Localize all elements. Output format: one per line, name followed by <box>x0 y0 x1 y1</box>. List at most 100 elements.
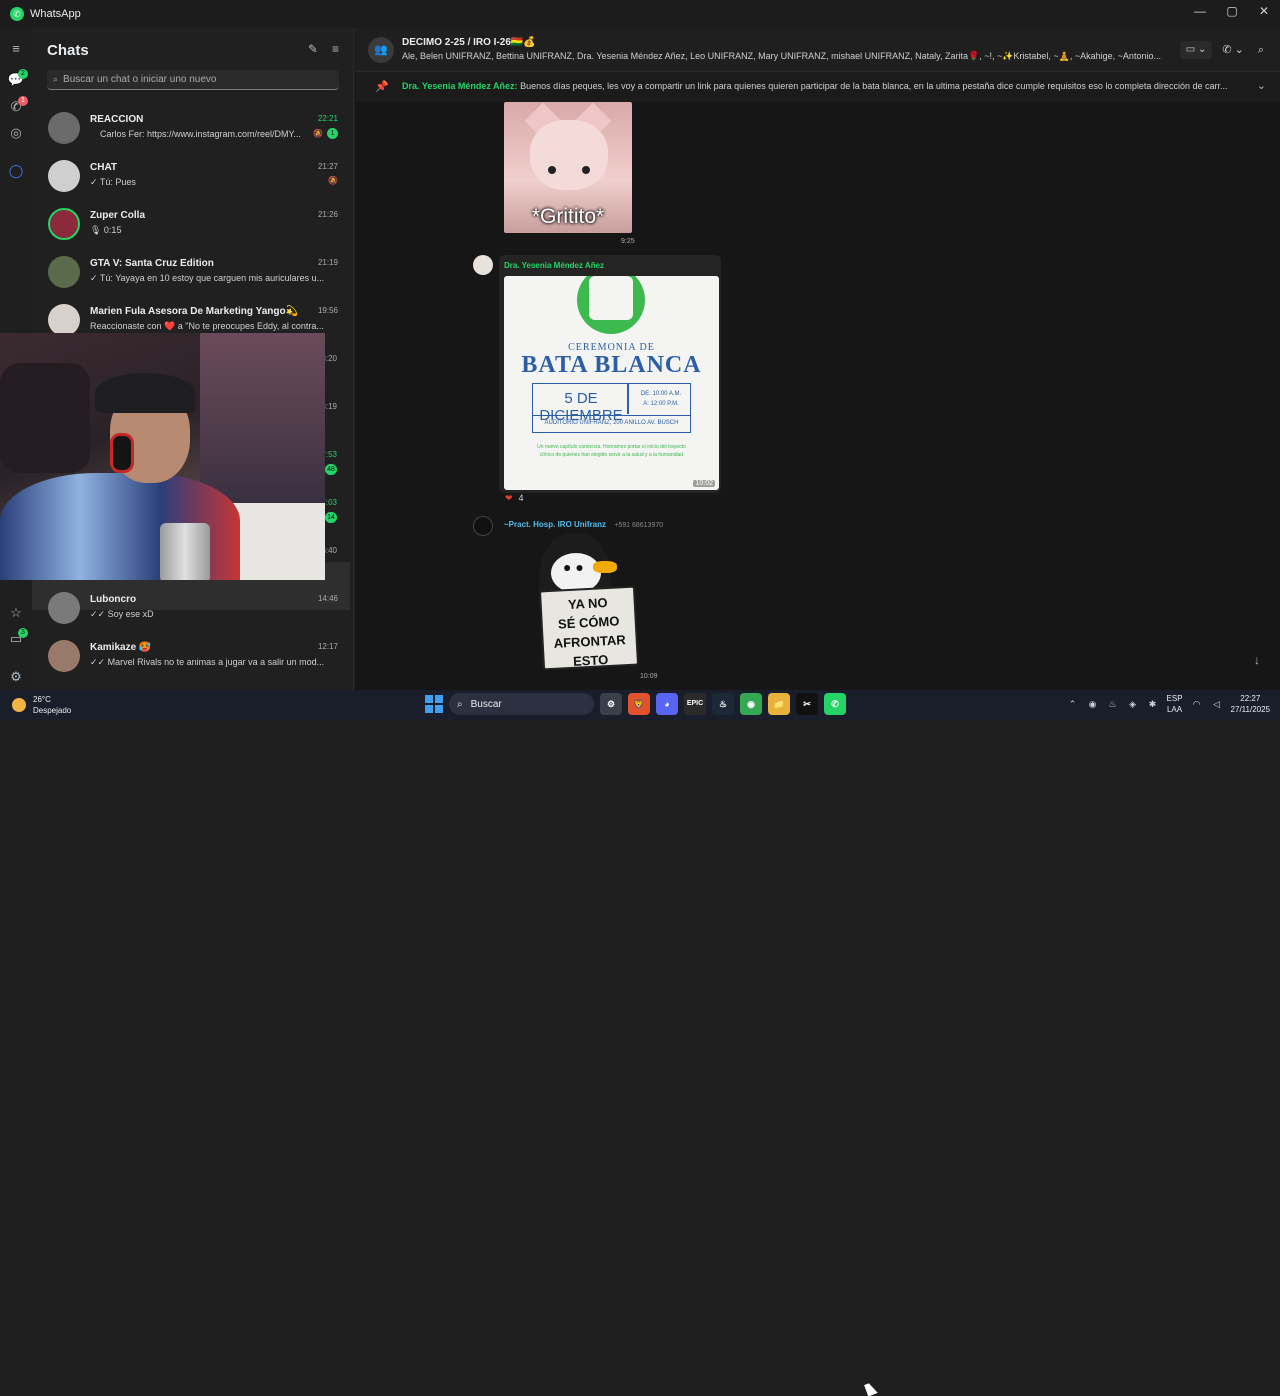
webcam-cup <box>160 523 210 580</box>
avatar <box>48 592 80 624</box>
weather-widget[interactable]: 26°C Despejado <box>12 694 71 716</box>
avatar <box>48 208 80 240</box>
temperature: 26°C <box>33 695 51 704</box>
list-item[interactable]: Zuper Colla 21:26 🎙 0:15 <box>32 202 354 250</box>
chevron-down-icon[interactable]: ⌄ <box>1257 79 1266 92</box>
chat-time: 21:19 <box>317 258 338 267</box>
chat-preview: ✓✓ Soy ese xD <box>90 609 154 619</box>
poster-line2: BATA BLANCA <box>521 352 702 378</box>
minimize-button[interactable]: — <box>1184 0 1216 28</box>
new-chat-icon[interactable]: ✎ <box>308 42 318 56</box>
search-placeholder: Buscar un chat o iniciar uno nuevo <box>63 74 217 85</box>
group-avatar-icon[interactable]: 👥 <box>368 37 394 63</box>
bluetooth-icon[interactable]: ✱ <box>1147 698 1159 710</box>
search-input[interactable]: ⌕ Buscar un chat o iniciar uno nuevo <box>47 70 339 90</box>
cat-eye <box>582 166 590 174</box>
webcam-overlay <box>0 333 325 580</box>
close-button[interactable]: ✕ <box>1248 0 1280 28</box>
video-call-button[interactable]: ▭ ⌄ <box>1179 41 1213 59</box>
taskbar-app-explorer-icon[interactable]: 📁 <box>768 693 790 715</box>
keyboard-layout: LAA <box>1166 705 1183 714</box>
list-item[interactable]: GTA V: Santa Cruz Edition 21:19 ✓ Tú: Ya… <box>32 250 354 298</box>
clock-time: 22:27 <box>1240 694 1261 703</box>
list-item[interactable]: Luboncro 14:46 ✓✓ Soy ese xD <box>32 586 354 634</box>
language-code: ESP <box>1166 694 1183 703</box>
taskbar-app-settings-icon[interactable]: ⚙ <box>600 693 622 715</box>
taskbar-app-discord-icon[interactable]: ◕ <box>656 693 678 715</box>
moon-icon <box>12 698 26 712</box>
avatar[interactable] <box>473 255 493 275</box>
volume-icon[interactable]: ◁ <box>1211 698 1223 710</box>
pin-icon: 📌 <box>375 81 389 93</box>
cat-eye <box>548 166 556 174</box>
chat-meta: 🔕 <box>328 176 338 185</box>
unread-badge: 1 <box>327 128 338 139</box>
filter-icon[interactable]: ≡ <box>332 42 339 56</box>
penguin-sign: YA NO SÉ CÓMO AFRONTAR ESTO <box>538 585 640 671</box>
taskbar-app-epic-icon[interactable]: EPIC <box>684 693 706 715</box>
pinned-message[interactable]: 📌 Dra. Yesenia Méndez Añez: Buenos días … <box>355 72 1280 102</box>
muted-icon: 🔕 <box>313 129 323 138</box>
chevron-up-icon[interactable]: ⌃ <box>1067 698 1079 710</box>
tray-app-icon[interactable]: ◉ <box>1087 698 1099 710</box>
webcam-chair <box>0 363 90 473</box>
starred-icon[interactable]: ☆ <box>7 604 25 622</box>
event-poster-image[interactable]: CEREMONIA DE BATA BLANCA 5 DE DICIEMBRE … <box>504 276 719 490</box>
unread-badge: 14 <box>325 512 337 523</box>
wifi-icon[interactable]: ◠ <box>1191 698 1203 710</box>
archived-badge: 3 <box>18 628 28 638</box>
list-item[interactable]: REACCION 22:21 Carlos Fer: https://www.i… <box>32 106 354 154</box>
maximize-button[interactable]: ▢ <box>1216 0 1248 28</box>
clock[interactable]: 22:27 27/11/2025 <box>1231 693 1270 715</box>
taskbar-app-brave-icon[interactable]: 🦁 <box>628 693 650 715</box>
chat-preview: 🎙 0:15 <box>90 225 122 235</box>
chat-preview: ✓✓ Marvel Rivals no te animas a jugar va… <box>90 657 325 667</box>
chats-title: Chats <box>47 42 89 59</box>
sticker-message-header: ~Pract. Hosp. IRO Unifranz +591 68613970 <box>504 520 663 529</box>
mouse-cursor-icon <box>864 1381 878 1396</box>
conversation-header[interactable]: 👥 DECIMO 2-25 / IRO I-26🇧🇴💰 Ale, Belen U… <box>355 28 1280 72</box>
voice-call-button[interactable]: ✆ ⌄ <box>1218 41 1248 59</box>
steam-tray-icon[interactable]: ♨ <box>1107 698 1119 710</box>
reaction-count: 4 <box>518 493 524 503</box>
chat-name: GTA V: Santa Cruz Edition <box>90 258 214 269</box>
weather-text: 26°C Despejado <box>33 694 71 716</box>
reaction-chip[interactable]: ❤ 4 <box>505 493 524 504</box>
tray-app-icon[interactable]: ◈ <box>1127 698 1139 710</box>
avatar <box>48 256 80 288</box>
menu-icon[interactable]: ≡ <box>7 40 25 58</box>
taskbar-search[interactable]: ⌕ Buscar <box>449 693 594 715</box>
search-messages-icon[interactable]: ⌕ <box>1254 41 1268 59</box>
sticker-caption: *Gritito* <box>531 205 605 228</box>
pinned-author: Dra. Yesenia Méndez Añez: <box>402 81 518 91</box>
status-icon[interactable]: ◎ <box>7 124 25 142</box>
message-time: 10:09 <box>640 673 658 680</box>
list-item[interactable]: CHAT 21:27 ✓ Tú: Pues 🔕 <box>32 154 354 202</box>
avatar <box>48 640 80 672</box>
windows-start-icon[interactable] <box>425 695 443 713</box>
penguin-sticker[interactable]: ● ● YA NO SÉ CÓMO AFRONTAR ESTO <box>515 533 645 673</box>
chat-name: Zuper Colla <box>90 210 146 221</box>
language-indicator[interactable]: ESP LAA <box>1167 693 1183 715</box>
taskbar-app-steam-icon[interactable]: ♨ <box>712 693 734 715</box>
poster-date-box: 5 DE DICIEMBRE DE: 10:00 A.M. A: 12:00 P… <box>532 383 691 424</box>
chat-preview: Reaccionaste con ❤️ a "No te preocupes E… <box>90 321 324 331</box>
poster-place: AUDITORIO UNIFRANZ, 200 ANILLO AV. BUSCH <box>532 416 691 433</box>
list-item[interactable]: Kamikaze 🥵 12:17 ✓✓ Marvel Rivals no te … <box>32 634 354 682</box>
taskbar-app-chrome-icon[interactable]: ◉ <box>740 693 762 715</box>
chat-time: 19:56 <box>317 306 338 315</box>
group-members: Ale, Belen UNIFRANZ, Bettina UNIFRANZ, D… <box>402 51 1161 61</box>
pinned-text: Buenos días peques, les voy a compartir … <box>520 81 1228 91</box>
search-icon: ⌕ <box>53 74 59 84</box>
avatar[interactable] <box>473 516 493 536</box>
scroll-down-icon[interactable]: ↓ <box>1254 653 1260 667</box>
settings-icon[interactable]: ⚙ <box>7 668 25 686</box>
heart-icon: ❤ <box>505 493 513 503</box>
taskbar-app-whatsapp-icon[interactable]: ✆ <box>824 693 846 715</box>
message-sender: Dra. Yesenia Méndez Añez <box>504 261 605 270</box>
meta-ai-icon[interactable]: ◯ <box>7 162 25 180</box>
taskbar-app-capcut-icon[interactable]: ✂ <box>796 693 818 715</box>
cat-sticker[interactable]: *Gritito* <box>504 102 632 233</box>
system-tray: ⌃ ◉ ♨ ◈ ✱ ESP LAA ◠ ◁ 22:27 27/11/2025 <box>1067 693 1270 715</box>
image-message[interactable]: Dra. Yesenia Méndez Añez CEREMONIA DE BA… <box>499 255 721 493</box>
